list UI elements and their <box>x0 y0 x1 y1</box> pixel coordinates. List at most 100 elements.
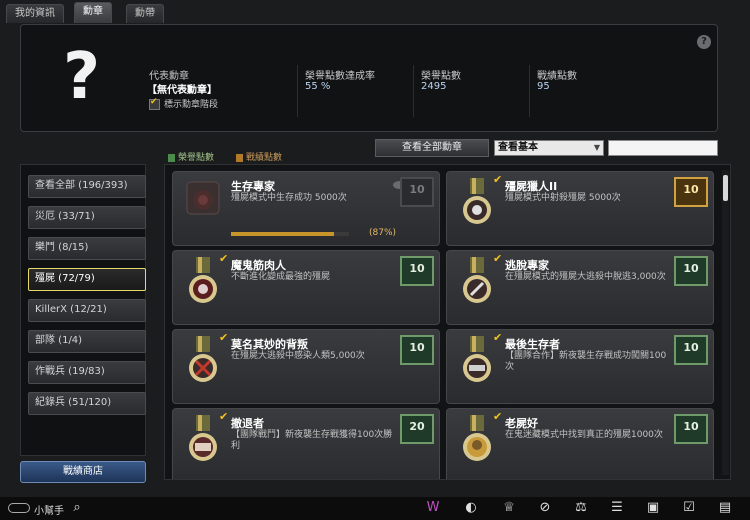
progress-fill <box>231 232 334 236</box>
legend-honor-label: 榮譽點數 <box>178 153 215 163</box>
escape-medal-icon <box>463 257 491 303</box>
show-level-toggle[interactable]: 標示勳章階段 <box>149 97 218 110</box>
medal-card[interactable]: ✔ 最後生存者 【團隊合作】新夜襲生存戰成功闖關100次 10 <box>446 329 714 404</box>
help-icon[interactable]: ? <box>697 35 711 49</box>
film-icon[interactable]: ▤ <box>716 500 734 516</box>
last-survivor-medal-icon <box>463 336 491 382</box>
checklist-icon[interactable]: ☰ <box>608 500 626 516</box>
search-icon[interactable]: ⌕ <box>68 500 86 516</box>
sidebar-item-disaster[interactable]: 災厄 (33/71) <box>28 206 146 229</box>
battle-points-label: 戰績點數 <box>537 71 577 82</box>
tab-medals[interactable]: 勳章 <box>74 2 112 23</box>
earned-check-icon: ✔ <box>493 173 503 186</box>
tab-my-info[interactable]: 我的資訊 <box>6 4 64 23</box>
medal-progress-bar <box>231 232 349 236</box>
calendar-icon[interactable]: ☑ <box>680 500 698 516</box>
chevron-down-icon: ▼ <box>593 143 600 152</box>
medal-points: 10 <box>400 256 434 286</box>
retreat-medal-icon <box>189 415 217 461</box>
medal-card[interactable]: ✔ 撤退者 【團隊戰鬥】新夜襲生存戰獲得100次勝利 20 <box>172 408 440 479</box>
balance-icon[interactable]: ⚖ <box>572 500 590 516</box>
earned-check-icon: ✔ <box>219 331 229 344</box>
view-all-medals-button[interactable]: 查看全部勳章 <box>375 139 489 157</box>
crown-icon[interactable]: ♕ <box>500 500 518 516</box>
zombie-hunter-medal-icon <box>463 178 491 224</box>
summary-panel: ? 代表勳章 【無代表勳章】 標示勳章階段 榮譽點數達成率 55 % 榮譽點數 … <box>20 24 718 132</box>
rate-label: 榮譽點數達成率 <box>305 71 375 82</box>
medal-points: 10 <box>400 177 434 207</box>
medal-points: 20 <box>400 414 434 444</box>
medal-card[interactable]: ✔ 逃脫專家 在殭屍模式的殭屍大逃殺中脫逃3,000次 10 <box>446 250 714 325</box>
medal-points: 10 <box>674 414 708 444</box>
sidebar-item-record-soldier[interactable]: 紀錄兵 (51/120) <box>28 392 146 415</box>
medal-points: 10 <box>674 335 708 365</box>
divider <box>413 65 414 117</box>
divider <box>529 65 530 117</box>
betrayal-medal-icon <box>189 336 217 382</box>
medal-title: 最後生存者 <box>505 338 560 351</box>
medal-description: 在殭屍大逃殺中感染人類5,000次 <box>231 351 365 361</box>
medal-card[interactable]: ✔ 莫名其妙的背叛 在殭屍大逃殺中感染人類5,000次 10 <box>172 329 440 404</box>
rep-medal-label: 代表勳章 <box>149 71 189 82</box>
medal-title: 逃脫專家 <box>505 259 549 272</box>
scrollbar-thumb[interactable] <box>723 175 728 201</box>
medal-card[interactable]: ✔ 魔鬼筋肉人 不斷進化變成最強的殭屍 10 <box>172 250 440 325</box>
clan-icon[interactable]: ◐ <box>462 500 480 516</box>
earned-check-icon: ✔ <box>219 410 229 423</box>
medal-description: 在殭屍模式的殭屍大逃殺中脫逃3,000次 <box>505 272 666 282</box>
medal-list: 生存專家 殭屍模式中生存成功 5000次 10 (87%) ✔ 殭屍獵人II 殭… <box>164 164 731 480</box>
bottom-bar <box>0 497 750 520</box>
medal-description: 【團隊戰鬥】新夜襲生存戰獲得100次勝利 <box>231 430 393 451</box>
scrollbar-track[interactable] <box>722 170 729 475</box>
checkbox-icon[interactable] <box>149 97 160 110</box>
medal-points: 10 <box>674 256 708 286</box>
medal-description: 殭屍模式中生存成功 5000次 <box>231 193 347 203</box>
survival-medal-icon <box>186 181 220 215</box>
category-sidebar: 查看全部 (196/393) 災厄 (33/71) 樂鬥 (8/15) 殭屍 (… <box>20 164 146 456</box>
old-zombie-medal-icon <box>463 415 491 461</box>
medal-card[interactable]: ✔ 殭屍獵人II 殭屍模式中射殺殭屍 5000次 10 <box>446 171 714 246</box>
medal-description: 【團隊合作】新夜襲生存戰成功闖關100次 <box>505 351 667 372</box>
rate-value: 55 % <box>305 81 331 92</box>
sidebar-item-combat-soldier[interactable]: 作戰兵 (19/83) <box>28 361 146 384</box>
medal-points: 10 <box>400 335 434 365</box>
show-level-label: 標示勳章階段 <box>164 100 219 110</box>
compass-icon[interactable]: ⊘ <box>536 500 554 516</box>
medal-title: 老屍好 <box>505 417 538 430</box>
medal-card[interactable]: ✔ 老屍好 在鬼迷藏模式中找到真正的殭屍1000次 10 <box>446 408 714 479</box>
medal-title: 莫名其妙的背叛 <box>231 338 308 351</box>
legend-battle-label: 戰績點數 <box>246 153 283 163</box>
rep-medal-value: 【無代表勳章】 <box>147 85 217 96</box>
medal-progress-label: (87%) <box>369 228 397 238</box>
medal-title: 撤退者 <box>231 417 264 430</box>
honor-swatch-icon <box>168 153 175 162</box>
helper-label[interactable]: 小幫手 <box>34 502 64 517</box>
honor-points-label: 榮譽點數 <box>421 71 461 82</box>
sidebar-item-all[interactable]: 查看全部 (196/393) <box>28 175 146 198</box>
earned-check-icon: ✔ <box>219 252 229 265</box>
divider <box>297 65 298 117</box>
bookmark-icon[interactable]: ▣ <box>644 500 662 516</box>
medal-points: 10 <box>674 177 708 207</box>
earned-check-icon: ✔ <box>493 410 503 423</box>
representative-medal-placeholder: ? <box>63 40 101 114</box>
view-filter-select[interactable]: 查看基本 ▼ <box>494 140 604 156</box>
battle-shop-button[interactable]: 戰績商店 <box>20 461 146 483</box>
zombie-brute-medal-icon <box>189 257 217 303</box>
medal-description: 不斷進化變成最強的殭屍 <box>231 272 331 282</box>
sidebar-item-unit[interactable]: 部隊 (1/4) <box>28 330 146 353</box>
medal-card[interactable]: 生存專家 殭屍模式中生存成功 5000次 10 (87%) <box>172 171 440 246</box>
sidebar-item-zombie[interactable]: 殭屍 (72/79) <box>28 268 146 291</box>
medal-description: 在鬼迷藏模式中找到真正的殭屍1000次 <box>505 430 663 440</box>
view-filter-value: 查看基本 <box>498 142 538 153</box>
shop-cart-icon[interactable]: W <box>424 500 442 516</box>
search-input[interactable] <box>608 140 718 156</box>
medal-title: 生存專家 <box>231 180 275 193</box>
toggle-icon[interactable] <box>8 503 30 513</box>
tab-ribbons[interactable]: 勳帶 <box>126 4 164 23</box>
sidebar-item-killerx[interactable]: KillerX (12/21) <box>28 299 146 322</box>
sidebar-item-battle[interactable]: 樂鬥 (8/15) <box>28 237 146 260</box>
battle-swatch-icon <box>236 153 243 162</box>
medal-title: 殭屍獵人II <box>505 180 558 193</box>
earned-check-icon: ✔ <box>493 331 503 344</box>
